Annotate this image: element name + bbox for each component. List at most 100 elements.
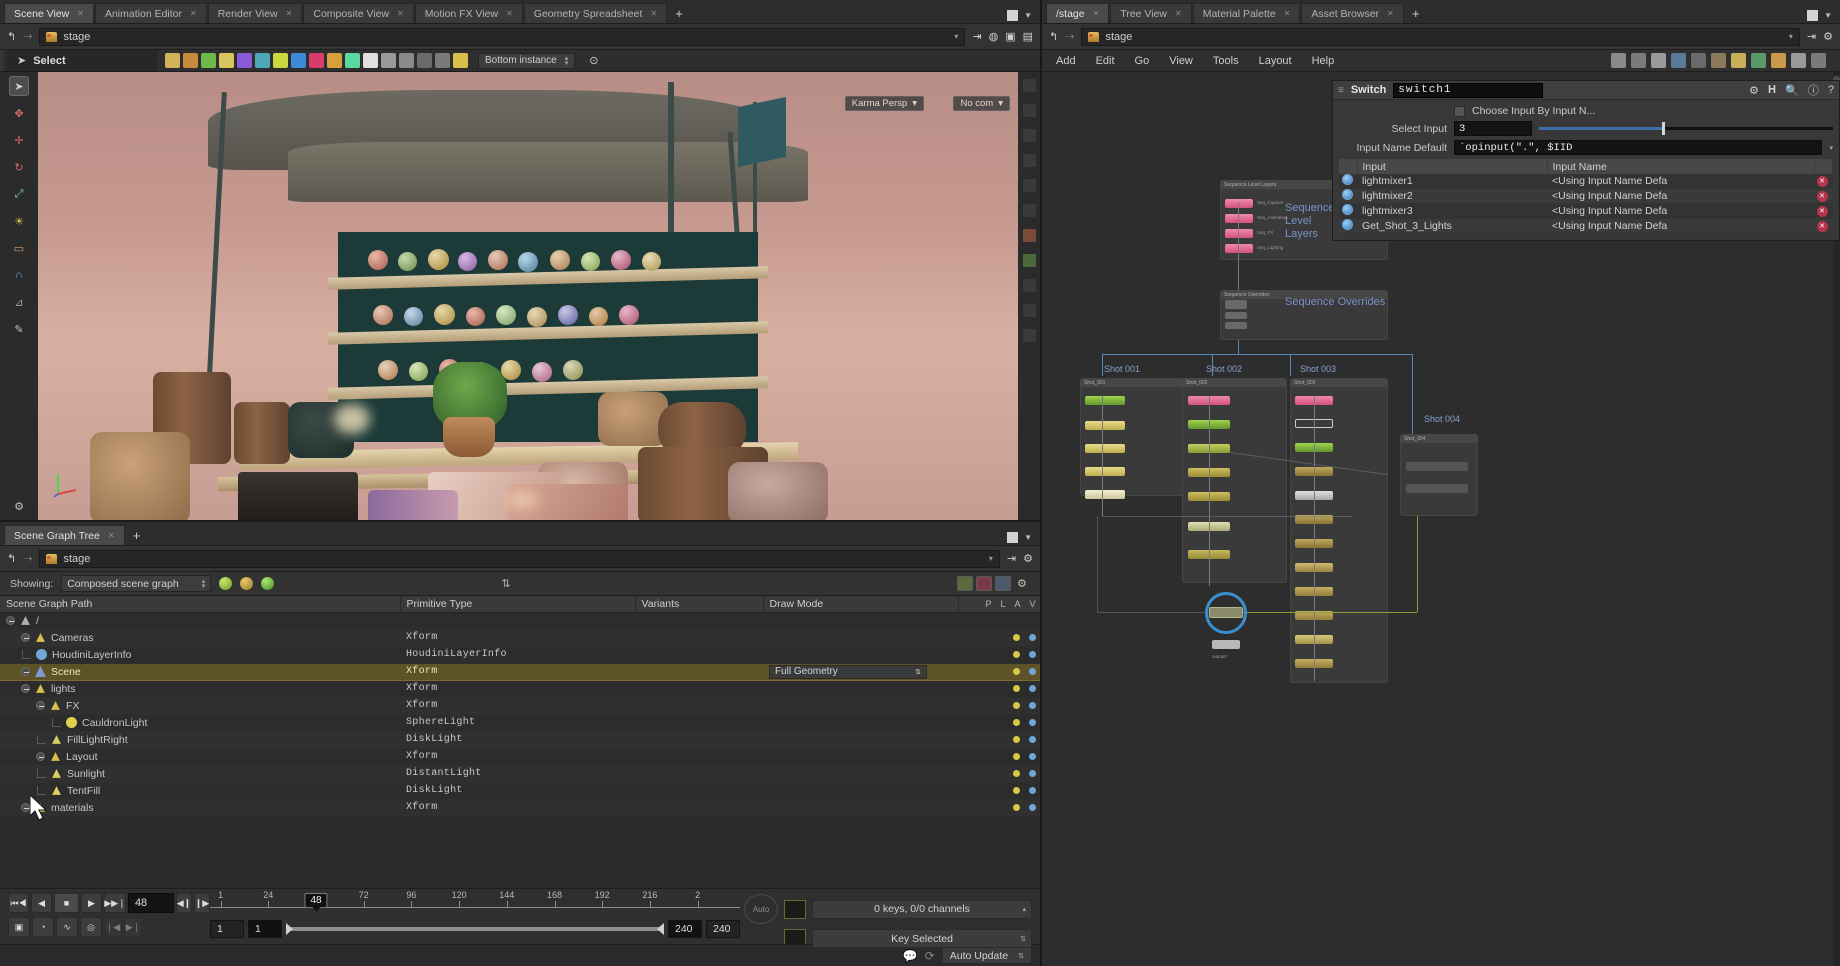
visibility-flag[interactable] [1013, 634, 1020, 641]
current-frame-field[interactable]: 48 [127, 893, 174, 913]
comment-bubble-icon[interactable]: 💬 [903, 949, 918, 963]
table-row[interactable]: Scene Xform Full Geometry ⇅ [0, 663, 1040, 681]
stepper-icon[interactable]: ▴ ▾ [202, 578, 206, 590]
cell-draw-mode[interactable] [763, 731, 958, 749]
note-icon[interactable] [1771, 53, 1786, 68]
close-icon[interactable]: ✕ [506, 9, 513, 18]
options-icon[interactable]: ⚙ [9, 496, 29, 516]
node-group-shot-004[interactable]: Shot_004 [1400, 434, 1478, 516]
step-forward-button[interactable]: ❙▶ [194, 893, 210, 913]
cell-draw-mode[interactable] [763, 765, 958, 783]
jump-to-end-button[interactable]: ▶▶❘ [103, 893, 126, 913]
table-row[interactable]: FillLightRight DiskLight [0, 731, 1040, 749]
cell-draw-mode[interactable] [763, 748, 958, 766]
input-row[interactable]: Get_Shot_3_Lights <Using Input Name Defa ✕ [1339, 218, 1833, 234]
input-name-value-cell[interactable]: <Using Input Name Defa [1547, 174, 1815, 189]
active-flag[interactable] [1029, 770, 1036, 777]
expander-icon[interactable] [21, 633, 30, 642]
table-row[interactable]: lights Xform [0, 680, 1040, 698]
node-shot001-5[interactable] [1085, 490, 1125, 499]
range-start-2-field[interactable]: 1 [248, 920, 282, 938]
display-options-icon[interactable] [1021, 78, 1037, 93]
frame-all-icon[interactable] [1021, 128, 1037, 143]
move-icon[interactable]: ✛ [9, 130, 29, 150]
image-icon[interactable] [1671, 53, 1686, 68]
play-backwards-button[interactable]: ◀ [31, 893, 53, 913]
refresh-icon[interactable]: ⟳ [925, 949, 935, 963]
help-icon[interactable]: ⊙ [589, 54, 598, 67]
geometry-icon[interactable] [183, 53, 198, 68]
input-connector-icon[interactable] [1342, 204, 1353, 215]
chevron-down-icon[interactable]: ▾ [912, 98, 917, 109]
key-mode-dropdown[interactable]: Key Selected ⇅ [812, 929, 1032, 948]
close-icon[interactable]: ✕ [108, 531, 115, 540]
visibility-flag[interactable] [1013, 736, 1020, 743]
tree-scroll-area[interactable]: Scene Graph Path Primitive Type Variants… [0, 596, 1040, 888]
selection-icon[interactable] [975, 576, 992, 591]
package-icon[interactable]: ▣ [1005, 30, 1015, 43]
snapshot-icon[interactable] [363, 53, 378, 68]
paint-icon[interactable]: ✎ [9, 319, 29, 339]
input-name-value-cell[interactable]: <Using Input Name Defa [1547, 218, 1815, 234]
node-name-field[interactable]: switch1 [1393, 82, 1544, 98]
render-region-icon[interactable] [1021, 228, 1037, 243]
pin-icon[interactable]: ⇥ [1807, 30, 1816, 43]
cell-draw-mode[interactable] [763, 697, 958, 715]
auto-key-icon[interactable]: ▣ [8, 917, 30, 937]
menu-layout[interactable]: Layout [1259, 55, 1292, 67]
table-row[interactable]: / [0, 612, 1040, 630]
input-name-value-cell[interactable]: <Using Input Name Defa [1547, 203, 1815, 219]
cell-draw-mode[interactable] [763, 646, 958, 664]
viewport-instance-dropdown[interactable]: Bottom instance ▴ ▾ [478, 52, 576, 69]
node-shot001-3[interactable] [1085, 444, 1125, 453]
info-icon[interactable]: ⓘ [1808, 82, 1819, 98]
maximize-icon[interactable] [1007, 532, 1019, 543]
table-row[interactable]: Cameras Xform [0, 629, 1040, 647]
scope-icon[interactable]: ◔ [32, 917, 54, 937]
volume-icon[interactable] [255, 53, 270, 68]
range-slider[interactable] [286, 923, 664, 935]
toolbar-grip[interactable] [0, 50, 7, 71]
node-seq-animation[interactable] [1225, 214, 1253, 223]
cell-draw-mode[interactable] [763, 782, 958, 800]
active-flag[interactable] [1029, 685, 1036, 692]
timeline-ruler[interactable]: 1 24 72 96 120 144 168 192 216 2 48 [210, 890, 740, 917]
houdini-logo-icon[interactable]: 𝐇 [1768, 84, 1776, 97]
remove-input-icon[interactable]: ✕ [1816, 220, 1828, 232]
cell-draw-mode[interactable] [763, 612, 958, 630]
back-icon[interactable]: ↰ [7, 30, 16, 43]
layer-icon[interactable] [327, 53, 342, 68]
magnet-icon[interactable]: ∩ [9, 265, 29, 285]
search-icon[interactable]: 🔍 [1785, 84, 1799, 97]
camera-capture-icon[interactable] [1811, 53, 1826, 68]
cell-draw-mode[interactable] [763, 680, 958, 698]
hook-icon[interactable] [435, 53, 450, 68]
node-override-3[interactable] [1225, 322, 1247, 329]
gear-icon[interactable]: ⚙ [1823, 30, 1833, 43]
gear-icon[interactable]: ⚙ [1023, 552, 1033, 565]
close-icon[interactable]: ✕ [1284, 9, 1291, 18]
close-icon[interactable]: ✕ [1093, 9, 1100, 18]
gear-icon[interactable]: ⚙ [1014, 576, 1030, 591]
lock-icon[interactable] [994, 576, 1011, 591]
sgt-path-input[interactable]: stage ▾ [39, 549, 1000, 568]
range-end-field[interactable]: 240 [668, 920, 702, 938]
input-connector-icon[interactable] [1342, 174, 1353, 185]
node-shot001-1[interactable] [1085, 396, 1125, 405]
menu-help[interactable]: Help [1312, 55, 1335, 67]
input-row[interactable]: lightmixer3 <Using Input Name Defa ✕ [1339, 203, 1833, 219]
grid-icon[interactable] [1691, 53, 1706, 68]
comment-icon[interactable]: ▤ [1023, 30, 1033, 43]
chevron-down-icon[interactable]: ▾ [998, 98, 1003, 109]
import-icon[interactable] [1751, 53, 1766, 68]
node-shot004-2[interactable] [1406, 484, 1468, 493]
scene-viewport[interactable]: Karma Persp ▾ No com ▾ [38, 72, 1018, 520]
handle-icon[interactable]: ✥ [9, 103, 29, 123]
close-icon[interactable]: ✕ [1387, 9, 1394, 18]
close-icon[interactable]: ✕ [650, 9, 657, 18]
active-flag[interactable] [1029, 668, 1036, 675]
chevron-down-icon[interactable]: ▼ [1824, 11, 1832, 20]
close-icon[interactable]: ✕ [77, 9, 84, 18]
stepper-icon[interactable]: ⇅ [1018, 952, 1024, 960]
timeline[interactable]: 1 24 72 96 120 144 168 192 216 2 48 1 1 [210, 889, 740, 938]
